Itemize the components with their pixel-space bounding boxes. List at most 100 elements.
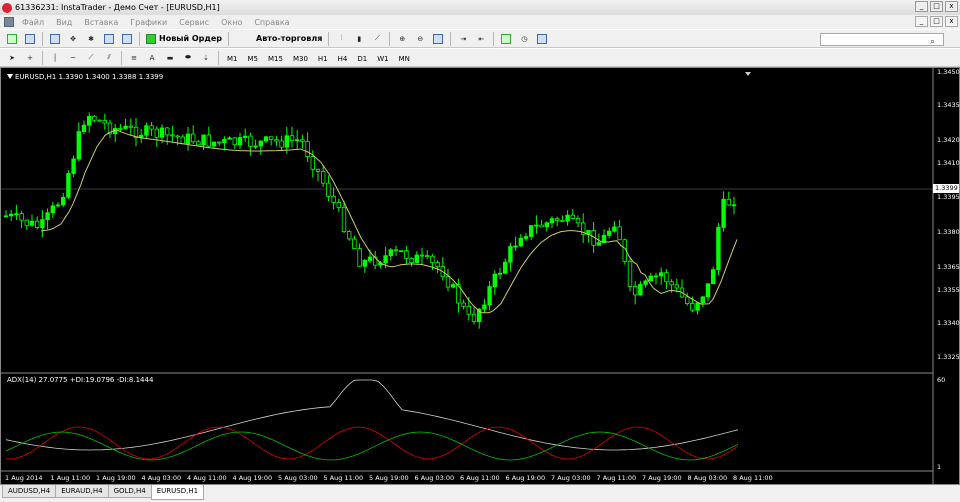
crosshair-button[interactable]: +	[22, 50, 38, 65]
channel-button[interactable]: ⫽	[101, 50, 117, 65]
candle-body	[643, 280, 648, 285]
indicator-info: ADX(14) 27.0775 +DI:19.0796 -DI:8.1444	[7, 376, 154, 384]
candle-body	[659, 272, 664, 277]
horizontal-line-button[interactable]: ─	[65, 50, 81, 65]
tile-windows-button[interactable]	[430, 31, 446, 46]
period-mn[interactable]: MN	[395, 51, 414, 65]
arrows-button[interactable]: ⇣	[198, 50, 214, 65]
ellipse-button[interactable]: ⬬	[180, 50, 196, 65]
navigator-button[interactable]: ✱	[83, 31, 99, 46]
terminal-window: 61336231: InstaTrader - Демо Счет - [EUR…	[0, 0, 960, 502]
zoom-out-button[interactable]: ⊖	[412, 31, 428, 46]
candle-body	[700, 296, 705, 304]
time-axis-label: 6 Aug 03:00	[414, 474, 455, 482]
close-button[interactable]: x	[945, 1, 958, 12]
menu-help[interactable]: Справка	[248, 18, 295, 27]
candle-body	[144, 125, 149, 136]
auto-trading-button[interactable]: Авто-торговля	[250, 31, 325, 46]
price-axis-label: 1.3365	[937, 263, 960, 271]
period-h4[interactable]: H4	[334, 51, 352, 65]
templates-button[interactable]	[534, 31, 550, 46]
trendline-button[interactable]: ⟋	[83, 50, 99, 65]
ellipse-icon: ⬬	[185, 53, 191, 61]
time-axis-label: 8 Aug 03:00	[687, 474, 728, 482]
maximize-button[interactable]: □	[930, 1, 943, 12]
new-order-button[interactable]: Новый Ордер	[143, 31, 225, 46]
chart-shift-button[interactable]: ⇤	[473, 31, 489, 46]
period-m1[interactable]: M1	[223, 51, 242, 65]
periods-button[interactable]: ◷	[516, 31, 532, 46]
price-axis-label: 1.3410	[937, 159, 960, 167]
price-axis-label: 1.3450	[937, 68, 960, 76]
tab-gold-h4[interactable]: GOLD,H4	[107, 485, 152, 498]
tester-button[interactable]	[119, 31, 135, 46]
market-watch-icon	[50, 33, 60, 44]
indicator-label-top: 60	[937, 376, 946, 384]
autoscroll-button[interactable]: ⇥	[455, 31, 471, 46]
candle-body	[196, 141, 201, 146]
candle-body	[414, 254, 419, 263]
candle-body	[227, 137, 232, 140]
line-chart-icon: ⟋	[374, 34, 380, 42]
cursor-icon: ➤	[9, 53, 15, 62]
search-input[interactable]: ⌕	[820, 33, 944, 48]
menu-tools[interactable]: Сервис	[173, 18, 215, 27]
tab-audusd-h4[interactable]: AUDUSD,H4	[2, 485, 57, 498]
candle-body	[549, 218, 555, 224]
candle-body	[305, 141, 310, 157]
candle-body	[159, 127, 165, 138]
menu-file[interactable]: Файл	[16, 18, 50, 27]
candle-body	[76, 131, 81, 160]
candle-body	[596, 242, 601, 246]
chart-restore-button[interactable]: □	[930, 16, 943, 27]
moving-average-line	[40, 129, 738, 314]
zoom-out-icon: ⊖	[417, 34, 424, 43]
terminal-button[interactable]	[101, 31, 117, 46]
rectangle-button[interactable]: ▬	[162, 50, 178, 65]
candle-body	[81, 124, 87, 132]
menu-insert[interactable]: Вставка	[78, 18, 124, 27]
menu-charts[interactable]: Графики	[124, 18, 173, 27]
period-m5[interactable]: M5	[244, 51, 263, 65]
data-window-button[interactable]: ✥	[65, 31, 81, 46]
candle-body	[346, 231, 352, 240]
search-icon[interactable]: ⌕	[930, 37, 940, 48]
bar-chart-button[interactable]: ⫶	[333, 31, 349, 46]
price-chart[interactable]: EURUSD,H1 1.3390 1.3400 1.3388 1.3399 AD…	[0, 67, 960, 485]
fibo-button[interactable]: ≡	[126, 50, 142, 65]
tab-eurusd-h1[interactable]: EURUSD,H1	[150, 485, 205, 500]
market-watch-button[interactable]	[47, 31, 63, 46]
text-button[interactable]: A	[144, 50, 160, 65]
vertical-line-button[interactable]: │	[47, 50, 63, 65]
metaeditor-button[interactable]	[233, 31, 249, 46]
candle-body	[653, 275, 659, 278]
period-h1[interactable]: H1	[314, 51, 332, 65]
period-w1[interactable]: W1	[373, 51, 392, 65]
zoom-in-button[interactable]: ⊕	[394, 31, 410, 46]
profiles-button[interactable]	[22, 31, 38, 46]
chart-close-button[interactable]: x	[945, 16, 958, 27]
menu-view[interactable]: Вид	[50, 18, 78, 27]
document-icon[interactable]	[4, 17, 14, 27]
line-chart-button[interactable]: ⟋	[369, 31, 385, 46]
chart-minimize-button[interactable]: _	[915, 16, 928, 27]
candle-body	[669, 281, 674, 286]
tab-euraud-h4[interactable]: EURAUD,H4	[55, 485, 109, 498]
chart-canvas[interactable]	[1, 68, 959, 484]
arrows-icon: ⇣	[203, 53, 209, 62]
period-m15[interactable]: M15	[264, 51, 287, 65]
zoom-in-icon: ⊕	[399, 34, 406, 43]
new-chart-button[interactable]	[4, 31, 20, 46]
candlestick-button[interactable]: ▮	[351, 31, 367, 46]
period-d1[interactable]: D1	[353, 51, 371, 65]
time-axis-label: 5 Aug 19:00	[369, 474, 409, 482]
candle-body	[627, 260, 633, 287]
menu-window[interactable]: Окно	[215, 18, 248, 27]
minimize-button[interactable]: _	[915, 1, 928, 12]
candle-body	[248, 135, 253, 147]
period-m30[interactable]: M30	[289, 51, 312, 65]
new-order-label: Новый Ордер	[159, 34, 223, 43]
cursor-button[interactable]: ➤	[4, 50, 20, 65]
candle-body	[398, 250, 404, 253]
indicators-button[interactable]	[498, 31, 514, 46]
